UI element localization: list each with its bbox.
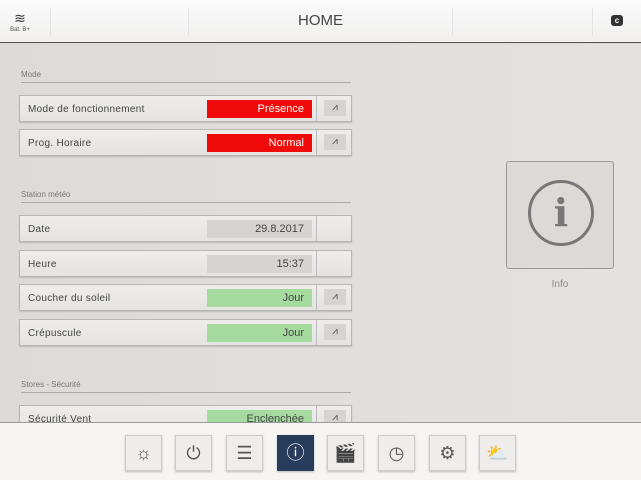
nav-info-icon[interactable]: ⓘ: [277, 435, 314, 471]
chart-icon[interactable]: ⩘: [324, 289, 346, 305]
nav-blinds-icon[interactable]: ☰: [226, 435, 263, 471]
nav-weather-icon[interactable]: ⛅: [479, 435, 516, 471]
page-title: HOME: [298, 12, 343, 29]
row-label: Date: [28, 224, 51, 235]
section-mode: Mode: [21, 70, 351, 83]
row-heure: Heure 15:37: [19, 250, 352, 277]
info-button[interactable]: i: [506, 161, 614, 269]
row-label: Prog. Horaire: [28, 138, 92, 149]
chart-icon[interactable]: ⩘: [324, 134, 346, 150]
row-date: Date 29.8.2017: [19, 215, 352, 242]
nav-power-icon[interactable]: ⏻: [175, 435, 212, 471]
info-label: Info: [551, 279, 569, 290]
row-value: 29.8.2017: [207, 220, 312, 238]
row-prog-horaire: Prog. Horaire Normal ⩘: [19, 129, 352, 156]
row-value: Jour: [207, 289, 312, 307]
row-crepuscule: Crépuscule Jour ⩘: [19, 319, 352, 346]
row-value-button[interactable]: Présence: [207, 100, 312, 118]
info-icon: i: [528, 180, 594, 246]
header-bar: ≋ Bat. B+ HOME c: [0, 0, 641, 43]
section-stores-securite: Stores - Sécurité: [21, 380, 351, 393]
row-label: Crépuscule: [28, 328, 82, 339]
corner-button[interactable]: c: [611, 15, 623, 26]
row-value: 15:37: [207, 255, 312, 273]
row-label: Mode de fonctionnement: [28, 104, 145, 115]
row-label: Coucher du soleil: [28, 293, 111, 304]
nav-scenes-icon[interactable]: 🎬: [327, 435, 364, 471]
row-coucher-soleil: Coucher du soleil Jour ⩘: [19, 284, 352, 311]
row-value-button[interactable]: Normal: [207, 134, 312, 152]
row-mode-fonctionnement: Mode de fonctionnement Présence ⩘: [19, 95, 352, 122]
chart-icon[interactable]: ⩘: [324, 100, 346, 116]
chart-icon[interactable]: ⩘: [324, 324, 346, 340]
row-label: Heure: [28, 259, 57, 270]
nav-settings-icon[interactable]: ⚙: [429, 435, 466, 471]
section-station-meteo: Station météo: [21, 190, 351, 203]
bottom-nav: ☼ ⏻ ☰ ⓘ 🎬 ◷ ⚙ ⛅: [0, 422, 641, 480]
row-value: Jour: [207, 324, 312, 342]
nav-clock-icon[interactable]: ◷: [378, 435, 415, 471]
nav-lighting-icon[interactable]: ☼: [125, 435, 162, 471]
